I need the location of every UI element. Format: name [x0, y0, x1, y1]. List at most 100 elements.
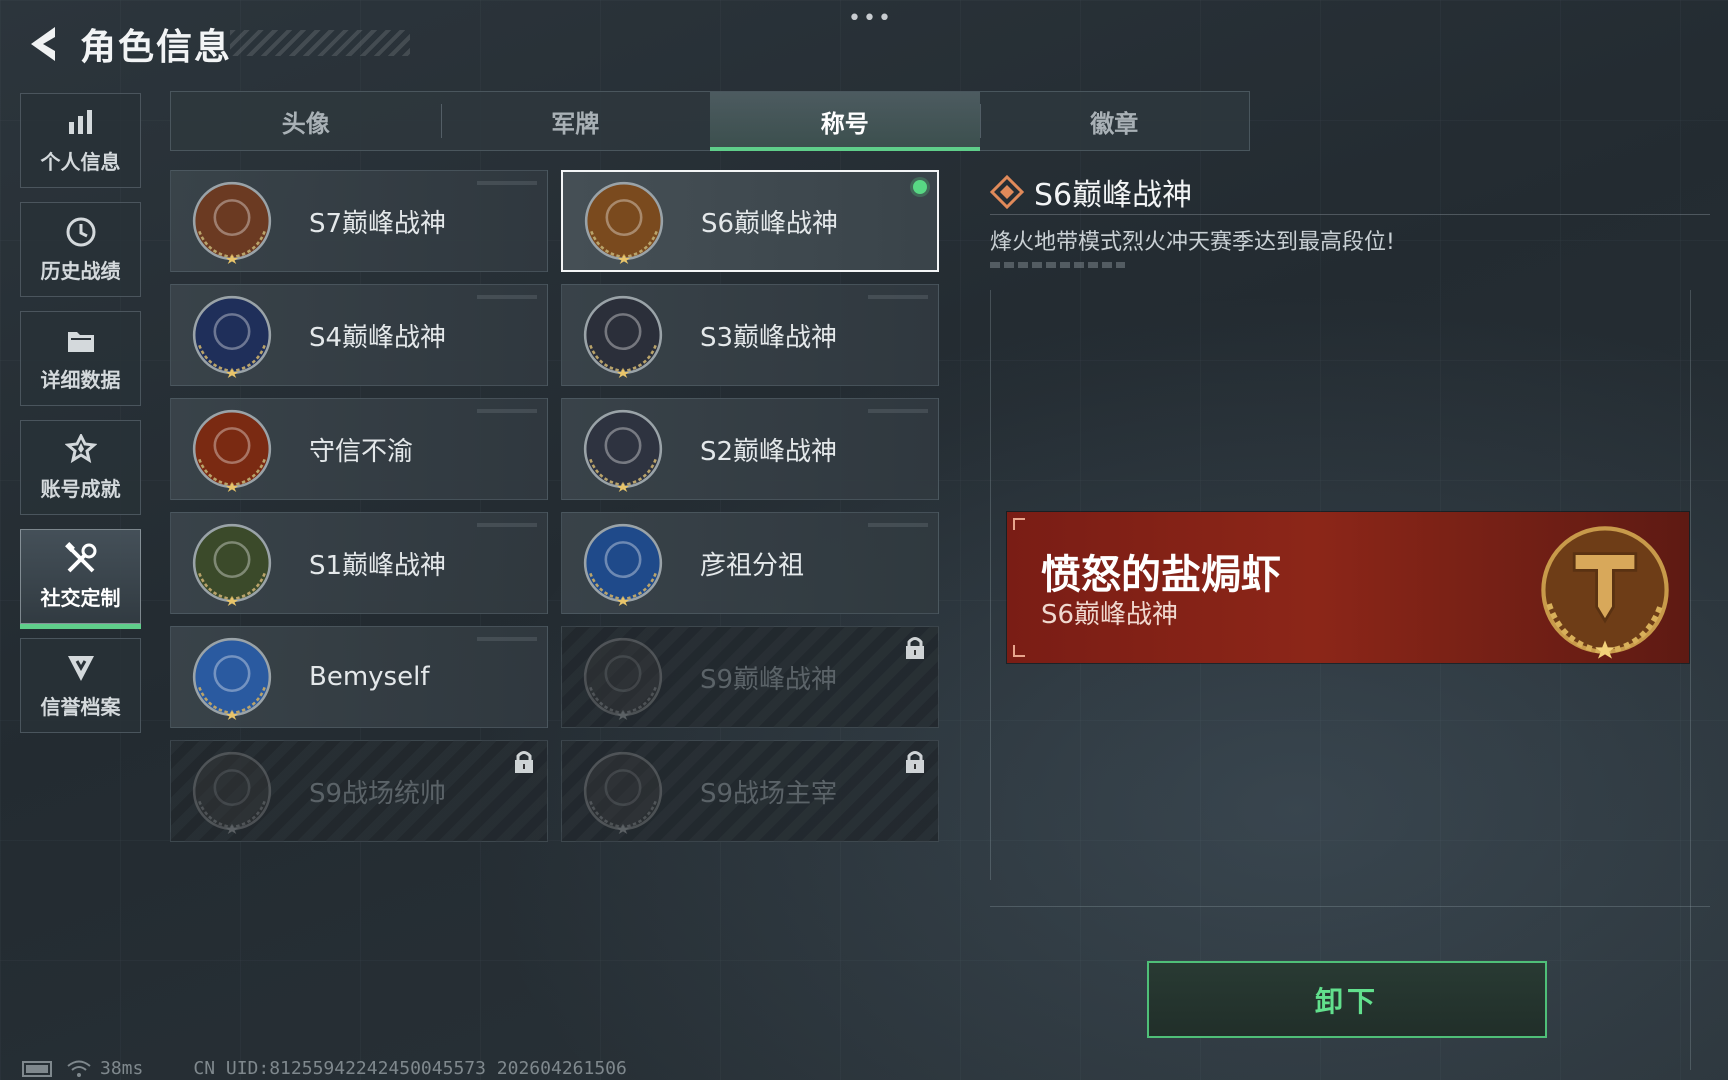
t-emblem-medal-icon — [1541, 526, 1669, 659]
achievement-icon — [64, 433, 98, 467]
title-card-name: Bemyself — [309, 662, 430, 692]
equipped-indicator — [913, 180, 927, 194]
tab-dog-tag[interactable]: 军牌 — [440, 92, 711, 150]
preview-player-name: 愤怒的盐焗虾 — [1041, 552, 1281, 598]
title-card[interactable]: 彦祖分祖 — [561, 512, 939, 614]
tab-title[interactable]: 称号 — [710, 92, 980, 151]
detail-header: S6巅峰战神 — [990, 170, 1192, 214]
title-card[interactable]: 守信不渝 — [170, 398, 548, 500]
title-card[interactable]: S1巅峰战神 — [170, 512, 548, 614]
mech-medal-icon — [192, 637, 272, 720]
title-card-name: 彦祖分祖 — [700, 550, 805, 581]
title-card[interactable]: S4巅峰战神 — [170, 284, 548, 386]
title-card-name: S9战场主宰 — [700, 778, 838, 809]
unequip-button[interactable]: 卸下 — [1147, 961, 1547, 1038]
battery-icon — [22, 1060, 52, 1077]
diamond-icon — [990, 175, 1024, 209]
sidebar-item-details[interactable]: 详细数据 — [20, 311, 141, 406]
card-decoration — [868, 295, 928, 299]
title-card-name: S6巅峰战神 — [701, 208, 839, 239]
frame-line — [990, 290, 991, 880]
crocodile-medal-icon — [192, 523, 272, 606]
sidebar-item-label: 历史战绩 — [40, 259, 121, 283]
sidebar-item-social[interactable]: 社交定制 — [20, 529, 141, 629]
title-card-name: S9战场统帅 — [309, 778, 447, 809]
sidebar-item-label: 社交定制 — [40, 586, 121, 610]
mushroom-cloud-medal-icon — [583, 751, 663, 834]
lock-icon — [906, 751, 924, 773]
unequip-label: 卸下 — [1314, 984, 1379, 1018]
card-decoration — [477, 637, 537, 641]
corner-mark — [1013, 645, 1025, 657]
card-decoration — [868, 409, 928, 413]
detail-title: S6巅峰战神 — [1034, 178, 1193, 213]
sidebar-item-history[interactable]: 历史战绩 — [20, 202, 141, 297]
crossbow-medal-icon — [192, 181, 272, 264]
divider — [990, 214, 1710, 215]
sidebar-item-achievements[interactable]: 账号成就 — [20, 420, 141, 515]
sidebar-item-label: 信誉档案 — [40, 695, 121, 719]
shield-icon — [64, 651, 98, 685]
detail-description: 烽火地带模式烈火冲天赛季达到最高段位! — [990, 230, 1395, 255]
title-card[interactable]: S9战场主宰 — [561, 740, 939, 842]
description-decoration — [990, 262, 1125, 268]
tab-badge[interactable]: 徽章 — [979, 92, 1250, 150]
title-decoration — [230, 30, 410, 56]
globe-medal-icon — [583, 295, 663, 378]
card-decoration — [477, 523, 537, 527]
sidebar: 个人信息 历史战绩 详细数据 账号成就 社交定制 信誉档案 — [20, 93, 143, 747]
t-emblem-medal-icon — [584, 181, 664, 264]
more-dots-icon[interactable]: ••• — [848, 6, 891, 31]
clock-icon — [64, 215, 98, 249]
card-decoration — [477, 409, 537, 413]
sidebar-item-credit[interactable]: 信誉档案 — [20, 638, 141, 733]
page-title: 角色信息 — [80, 27, 233, 68]
title-card-name: S4巅峰战神 — [309, 322, 447, 353]
frame-line — [990, 906, 1710, 907]
title-card[interactable]: S7巅峰战神 — [170, 170, 548, 272]
triangle-medal-icon — [583, 409, 663, 492]
sidebar-item-label: 详细数据 — [40, 368, 121, 392]
back-arrow-icon — [31, 27, 55, 61]
frame-line — [1690, 290, 1691, 1070]
card-decoration — [477, 181, 537, 185]
title-card-name: S2巅峰战神 — [700, 436, 838, 467]
title-card[interactable]: S9战场统帅 — [170, 740, 548, 842]
helmet-medal-icon — [192, 295, 272, 378]
title-card-name: S9巅峰战神 — [700, 664, 838, 695]
title-card[interactable]: S9巅峰战神 — [561, 626, 939, 728]
title-card-name: S1巅峰战神 — [309, 550, 447, 581]
building-medal-icon — [583, 637, 663, 720]
title-card[interactable]: Bemyself — [170, 626, 548, 728]
status-bar: 38ms CN UID:8125594224245004557​3 202604… — [22, 1058, 627, 1079]
ping-text: 38ms — [100, 1058, 144, 1079]
page-header: 角色信息 — [20, 18, 232, 70]
title-grid: S7巅峰战神 S6巅峰战神 S4巅峰战神 S3巅峰战神守信不渝 S2巅峰战神 S1巅峰战神… — [170, 170, 940, 842]
title-card-name: S3巅峰战神 — [700, 322, 838, 353]
corner-mark — [1013, 518, 1025, 530]
portrait-medal-icon — [583, 523, 663, 606]
sidebar-item-label: 账号成就 — [40, 477, 121, 501]
sidebar-item-profile[interactable]: 个人信息 — [20, 93, 141, 188]
preview-title-text: S6巅峰战神 — [1041, 600, 1179, 630]
tab-avatar[interactable]: 头像 — [171, 92, 441, 150]
tab-bar: 头像 军牌 称号 徽章 — [170, 91, 1250, 151]
title-card[interactable]: S6巅峰战神 — [561, 170, 939, 272]
title-card-name: S7巅峰战神 — [309, 208, 447, 239]
lock-icon — [906, 637, 924, 659]
folder-icon — [64, 324, 98, 358]
back-button[interactable] — [20, 21, 66, 67]
bar-chart-icon — [64, 106, 98, 140]
title-preview-card: 愤怒的盐焗虾 S6巅峰战神 — [1007, 512, 1689, 663]
warship-medal-icon — [192, 751, 272, 834]
wifi-icon — [67, 1060, 91, 1077]
scales-medal-icon — [192, 409, 272, 492]
title-card-name: 守信不渝 — [309, 436, 414, 467]
sidebar-item-label: 个人信息 — [40, 150, 121, 174]
uid-text: CN UID:8125594224245004557​3 20260426150… — [193, 1058, 627, 1079]
tools-icon — [64, 542, 98, 576]
title-card[interactable]: S2巅峰战神 — [561, 398, 939, 500]
card-decoration — [868, 523, 928, 527]
title-card[interactable]: S3巅峰战神 — [561, 284, 939, 386]
lock-icon — [515, 751, 533, 773]
